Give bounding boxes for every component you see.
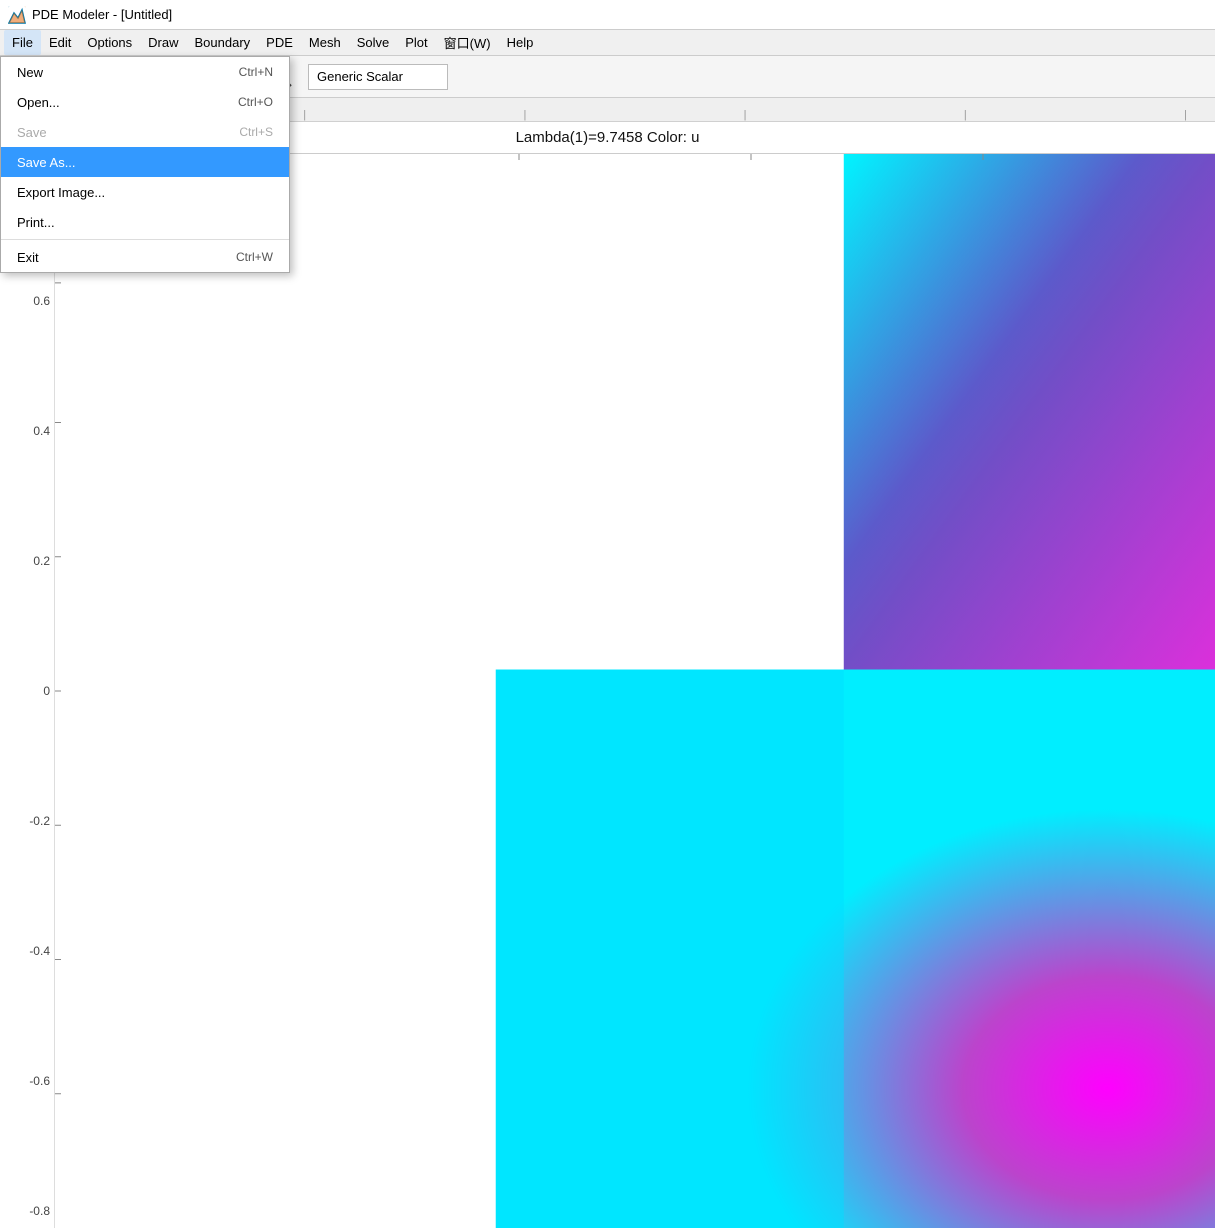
menu-print[interactable]: Print... <box>1 207 289 237</box>
menu-solve[interactable]: Solve <box>349 30 398 55</box>
menu-save[interactable]: Save Ctrl+S <box>1 117 289 147</box>
file-dropdown-menu: New Ctrl+N Open... Ctrl+O Save Ctrl+S Sa… <box>0 56 290 273</box>
menu-pde[interactable]: PDE <box>258 30 301 55</box>
y-axis: 0.8 0.6 0.4 0.2 0 -0.2 -0.4 -0.6 -0.8 <box>0 154 55 1228</box>
menu-plot[interactable]: Plot <box>397 30 435 55</box>
y-tick-3: 0.2 <box>33 554 50 568</box>
menu-new[interactable]: New Ctrl+N <box>1 57 289 87</box>
y-tick-5: -0.2 <box>29 814 50 828</box>
y-tick-2: 0.4 <box>33 424 50 438</box>
menu-window[interactable]: 窗口(W) <box>436 30 499 55</box>
menu-options[interactable]: Options <box>79 30 140 55</box>
app-icon <box>8 6 26 24</box>
y-tick-1: 0.6 <box>33 294 50 308</box>
menu-open[interactable]: Open... Ctrl+O <box>1 87 289 117</box>
menu-exit[interactable]: Exit Ctrl+W <box>1 242 289 272</box>
y-tick-7: -0.6 <box>29 1074 50 1088</box>
menu-mesh[interactable]: Mesh <box>301 30 349 55</box>
menu-save-as[interactable]: Save As... <box>1 147 289 177</box>
window-title: PDE Modeler - [Untitled] <box>32 7 172 22</box>
menu-draw[interactable]: Draw <box>140 30 186 55</box>
menu-bar: File Edit Options Draw Boundary PDE Mesh… <box>0 30 1215 56</box>
application-type-label: Generic Scalar <box>308 64 448 90</box>
menu-separator <box>1 239 289 240</box>
menu-help[interactable]: Help <box>499 30 542 55</box>
plot-area[interactable] <box>55 154 1215 1228</box>
menu-export-image[interactable]: Export Image... <box>1 177 289 207</box>
y-tick-4: 0 <box>43 684 50 698</box>
title-bar: PDE Modeler - [Untitled] <box>0 0 1215 30</box>
menu-edit[interactable]: Edit <box>41 30 79 55</box>
y-tick-8: -0.8 <box>29 1204 50 1218</box>
menu-file[interactable]: File <box>4 30 41 55</box>
menu-boundary[interactable]: Boundary <box>187 30 259 55</box>
y-tick-6: -0.4 <box>29 944 50 958</box>
main-content: 0.8 0.6 0.4 0.2 0 -0.2 -0.4 -0.6 -0.8 <box>0 154 1215 1228</box>
lambda-info: Lambda(1)=9.7458 Color: u <box>516 129 700 146</box>
